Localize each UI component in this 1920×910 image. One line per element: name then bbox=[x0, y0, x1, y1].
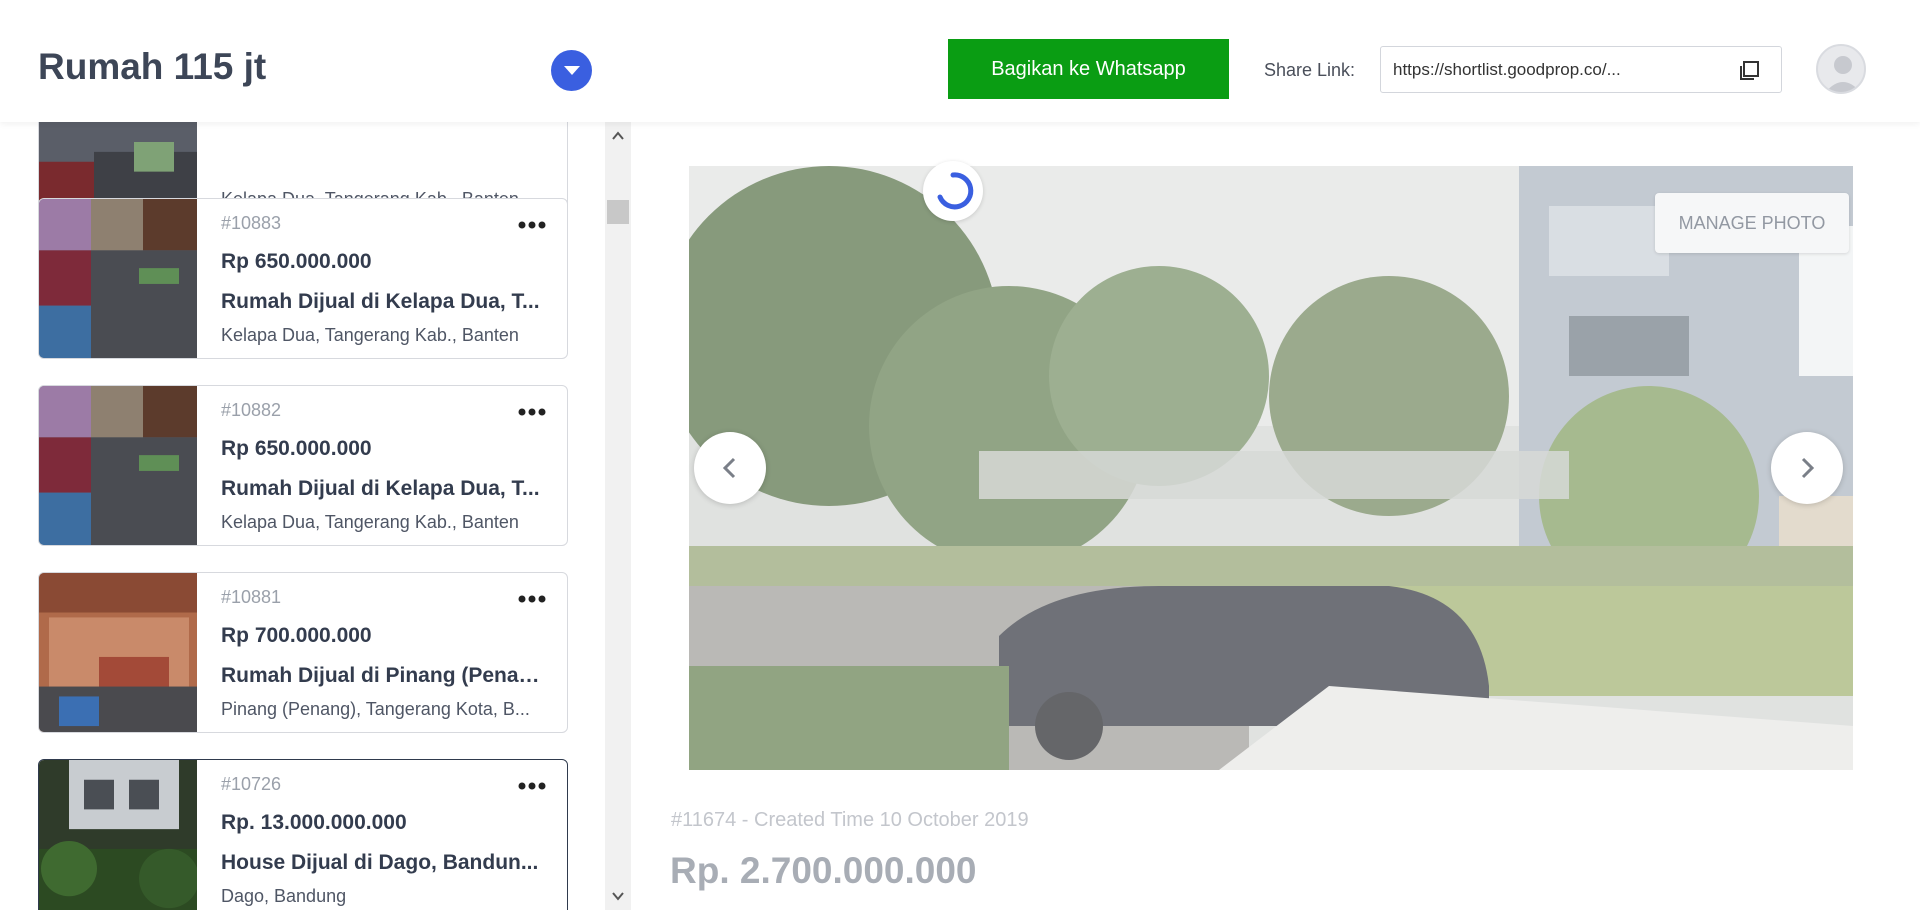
share-link-label: Share Link: bbox=[1264, 60, 1356, 80]
listing-thumbnail bbox=[39, 573, 197, 732]
listing-price: Rp. 13.000.000.000 bbox=[221, 811, 407, 834]
listing-price: Rp 650.000.000 bbox=[221, 250, 372, 273]
chevron-right-icon[interactable] bbox=[1771, 432, 1843, 504]
page-title: Rumah 115 jt bbox=[38, 46, 267, 87]
listing-id: #10882 bbox=[221, 400, 282, 420]
more-options-icon[interactable] bbox=[517, 219, 547, 231]
listing-title: House Dijual di Dago, Bandun... bbox=[221, 851, 539, 874]
listing-title: Rumah Dijual di Kelapa Dua, T... bbox=[221, 290, 540, 313]
listing-title: Rumah Dijual di Kelapa Dua, T... bbox=[221, 477, 540, 500]
listing-price: Rp 700.000.000 bbox=[221, 624, 372, 647]
listing-id: #10883 bbox=[221, 213, 282, 233]
scroll-down-icon[interactable] bbox=[612, 890, 624, 902]
listing-sidebar: Kelapa Dua, Tangerang Kab., Banten #1088… bbox=[0, 122, 610, 910]
listing-location: Pinang (Penang), Tangerang Kota, B... bbox=[221, 699, 530, 719]
more-options-icon[interactable] bbox=[517, 593, 547, 605]
user-avatar-icon[interactable] bbox=[1816, 44, 1866, 94]
chevron-left-icon[interactable] bbox=[694, 432, 766, 504]
listing-id: #10881 bbox=[221, 587, 282, 607]
scrollbar-thumb[interactable] bbox=[607, 200, 629, 224]
listing-card[interactable]: #10882 Rp 650.000.000 Rumah Dijual di Ke… bbox=[38, 385, 568, 546]
listing-detail-price: Rp. 2.700.000.000 bbox=[670, 850, 977, 891]
more-options-icon[interactable] bbox=[517, 406, 547, 418]
chevron-down-icon[interactable] bbox=[551, 50, 592, 91]
more-options-icon[interactable] bbox=[517, 780, 547, 792]
photo-loading-overlay bbox=[689, 166, 1853, 770]
share-link-field bbox=[1380, 46, 1782, 93]
listing-location: Dago, Bandung bbox=[221, 886, 347, 906]
manage-photo-button[interactable]: MANAGE PHOTO bbox=[1655, 193, 1849, 253]
listing-thumbnail bbox=[39, 199, 197, 358]
app-header: Rumah 115 jt Bagikan ke Whatsapp Share L… bbox=[0, 0, 1920, 122]
listing-price: Rp 650.000.000 bbox=[221, 437, 372, 460]
listing-id: #10726 bbox=[221, 774, 282, 794]
listing-card[interactable]: #10726 Rp. 13.000.000.000 House Dijual d… bbox=[38, 759, 568, 910]
spinner-icon bbox=[923, 161, 983, 221]
scroll-up-icon[interactable] bbox=[612, 130, 624, 142]
listing-card[interactable]: #10881 Rp 700.000.000 Rumah Dijual di Pi… bbox=[38, 572, 568, 733]
listing-location: Kelapa Dua, Tangerang Kab., Banten bbox=[221, 325, 519, 345]
listing-photo bbox=[689, 166, 1853, 770]
listing-location: Kelapa Dua, Tangerang Kab., Banten bbox=[221, 512, 519, 532]
listing-meta: #11674 - Created Time 10 October 2019 bbox=[671, 809, 1029, 831]
sidebar-scrollbar[interactable] bbox=[605, 122, 631, 910]
share-link-input[interactable] bbox=[1393, 47, 1703, 92]
listing-thumbnail bbox=[39, 760, 197, 910]
listing-card[interactable]: #10883 Rp 650.000.000 Rumah Dijual di Ke… bbox=[38, 198, 568, 359]
listing-title: Rumah Dijual di Pinang (Penan... bbox=[221, 664, 541, 687]
share-whatsapp-button[interactable]: Bagikan ke Whatsapp bbox=[948, 39, 1229, 99]
copy-icon[interactable] bbox=[1737, 59, 1761, 83]
listing-thumbnail bbox=[39, 386, 197, 545]
